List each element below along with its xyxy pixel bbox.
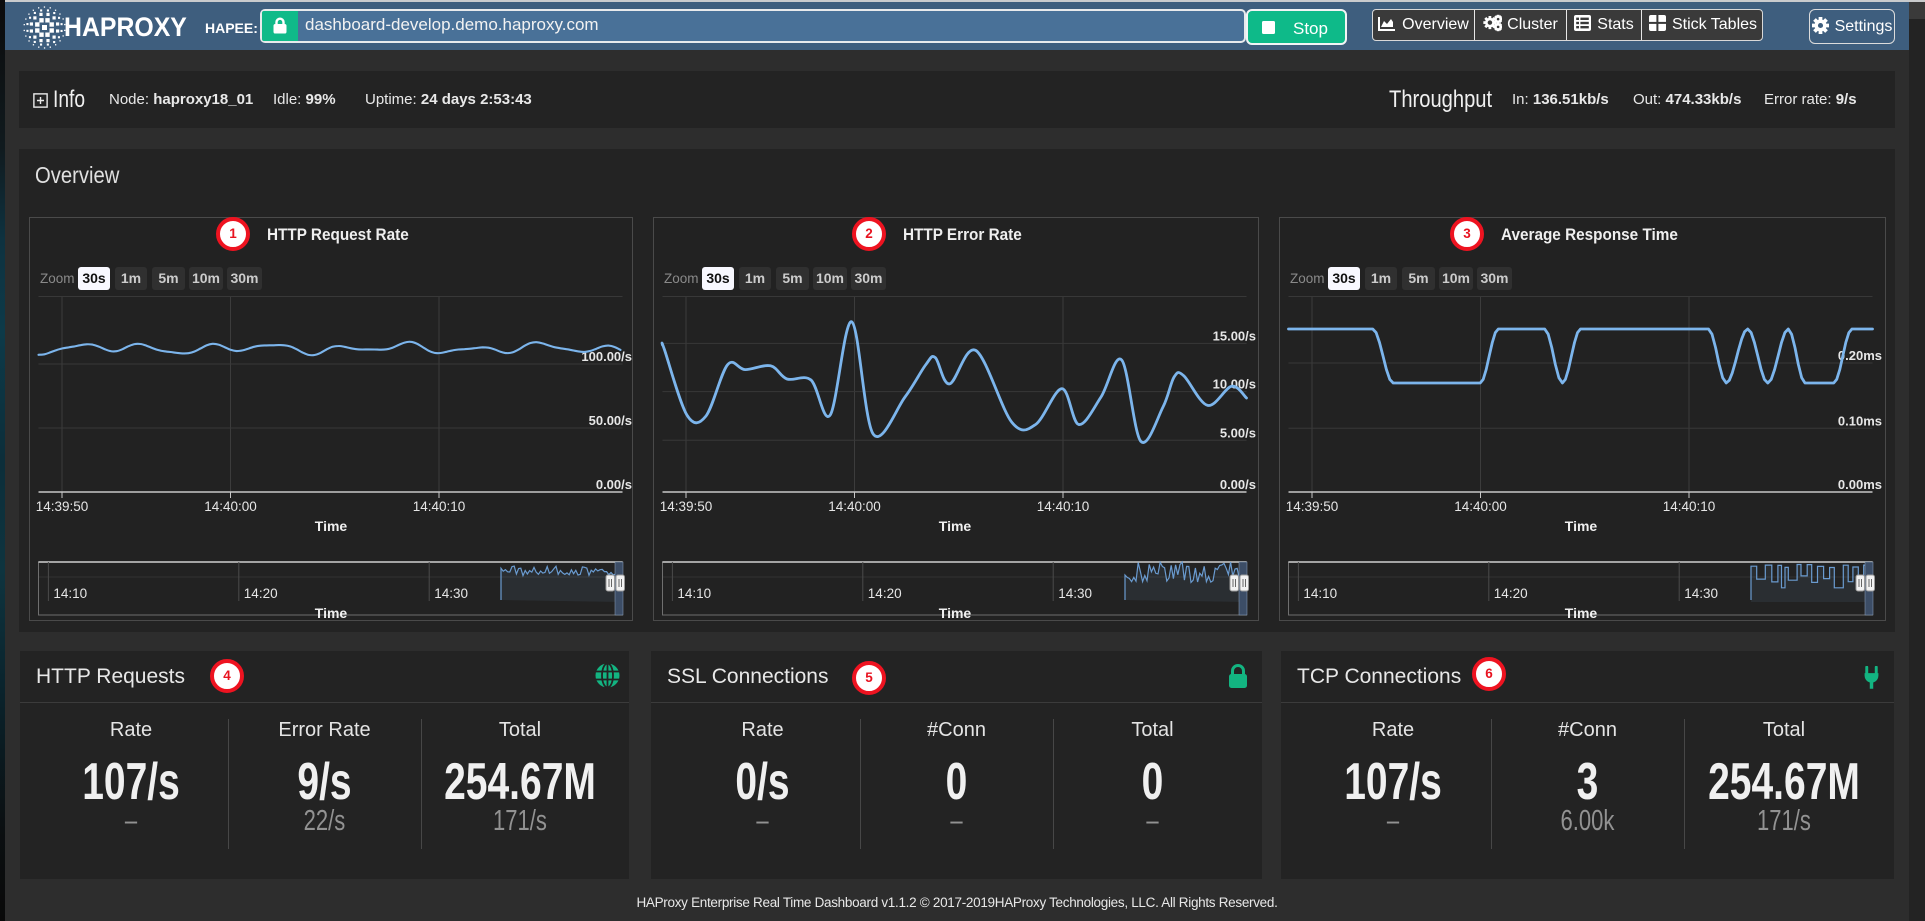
svg-text:14:30: 14:30 <box>1058 586 1092 601</box>
svg-text:5.00/s: 5.00/s <box>1220 425 1256 440</box>
svg-text:14:20: 14:20 <box>1494 586 1528 601</box>
svg-text:14:30: 14:30 <box>434 586 468 601</box>
svg-text:50.00/s: 50.00/s <box>589 413 632 428</box>
svg-text:14:40:00: 14:40:00 <box>204 499 257 514</box>
svg-text:14:39:50: 14:39:50 <box>1286 499 1339 514</box>
svg-text:14:20: 14:20 <box>244 586 278 601</box>
svg-text:Time: Time <box>939 605 972 619</box>
svg-text:14:40:10: 14:40:10 <box>413 499 466 514</box>
svg-text:14:20: 14:20 <box>868 586 902 601</box>
svg-text:Time: Time <box>1565 605 1598 619</box>
svg-text:14:40:10: 14:40:10 <box>1663 499 1716 514</box>
svg-text:14:40:00: 14:40:00 <box>1454 499 1507 514</box>
svg-text:Time: Time <box>1565 518 1598 534</box>
svg-text:Time: Time <box>315 605 348 619</box>
svg-text:0.00/s: 0.00/s <box>596 477 632 492</box>
svg-text:Time: Time <box>939 518 972 534</box>
svg-text:14:40:10: 14:40:10 <box>1037 499 1090 514</box>
svg-text:14:40:00: 14:40:00 <box>828 499 881 514</box>
svg-text:15.00/s: 15.00/s <box>1213 328 1256 343</box>
svg-text:14:39:50: 14:39:50 <box>36 499 89 514</box>
svg-text:0.10ms: 0.10ms <box>1838 413 1882 428</box>
svg-text:14:10: 14:10 <box>677 586 711 601</box>
svg-text:14:30: 14:30 <box>1684 586 1718 601</box>
svg-text:14:10: 14:10 <box>53 586 87 601</box>
svg-text:14:39:50: 14:39:50 <box>660 499 713 514</box>
svg-text:10.00/s: 10.00/s <box>1213 377 1256 392</box>
svg-text:Time: Time <box>315 518 348 534</box>
svg-text:14:10: 14:10 <box>1303 586 1337 601</box>
svg-text:0.00ms: 0.00ms <box>1838 477 1882 492</box>
svg-text:0.00/s: 0.00/s <box>1220 477 1256 492</box>
